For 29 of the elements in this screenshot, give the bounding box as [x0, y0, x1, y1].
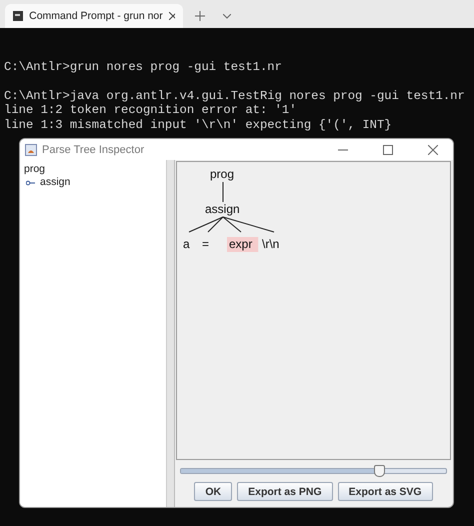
close-icon[interactable]	[168, 12, 175, 20]
node-label: expr	[229, 237, 252, 251]
console-line: line 1:3 mismatched input '\r\n' expecting {'(', INT}	[4, 118, 393, 132]
console-line: C:\Antlr>grun nores prog -gui test1.nr	[4, 60, 283, 74]
tree-handle-icon[interactable]	[26, 180, 35, 186]
close-icon[interactable]	[428, 144, 438, 154]
minimize-icon[interactable]	[338, 148, 348, 150]
dialog-button[interactable]: Export as SVG	[338, 482, 433, 501]
node-label: =	[202, 237, 210, 251]
node-label: prog	[210, 167, 234, 181]
chevron-down-icon[interactable]	[223, 14, 231, 18]
java-icon	[25, 144, 37, 156]
plus-icon[interactable]	[195, 11, 205, 21]
window-title: Parse Tree Inspector	[42, 144, 146, 156]
console-line: line 1:2 token recognition error at: '1'	[4, 103, 298, 118]
outline-node[interactable]: prog	[24, 163, 46, 176]
console-line: C:\Antlr>java org.antlr.v4.gui.TestRig nores prog -gui test1.nr	[4, 88, 466, 103]
slider-thumb[interactable]	[374, 465, 385, 477]
terminal-tab[interactable]: Command Prompt - grun nor	[5, 4, 183, 28]
node-label: assign	[205, 202, 240, 216]
dialog-button[interactable]: OK	[194, 482, 232, 501]
zoom-slider[interactable]	[180, 468, 447, 474]
maximize-icon[interactable]	[383, 144, 393, 154]
node-label: \r\n	[262, 237, 280, 251]
outline-node[interactable]: assign	[40, 176, 70, 189]
dialog-button[interactable]: Export as PNG	[237, 482, 333, 501]
terminal-icon	[13, 11, 24, 21]
node-label: a	[183, 237, 190, 251]
tree-edge	[222, 182, 224, 202]
